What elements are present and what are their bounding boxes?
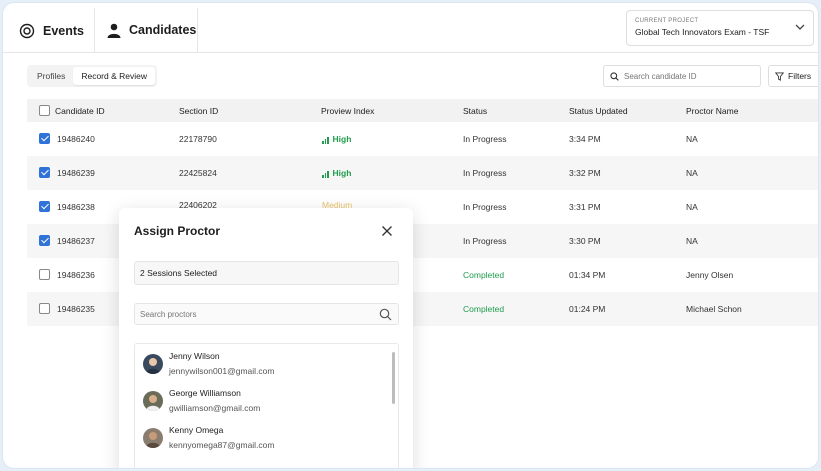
candidate-id: 19486235 [57, 304, 95, 314]
table-row[interactable]: 19486240 22178790 High In Progress 3:34 … [27, 122, 818, 156]
status-updated: 01:24 PM [569, 304, 606, 314]
row-checkbox[interactable] [39, 201, 50, 212]
proctor-option[interactable]: George Williamson gwilliamson@gmail.com [143, 387, 383, 417]
assign-proctor-modal: Assign Proctor 2 Sessions Selected Jenny… [119, 208, 413, 468]
column-header: Proctor Name [686, 106, 739, 116]
table-row[interactable]: 19486239 22425824 High In Progress 3:32 … [27, 156, 818, 190]
filter-icon [775, 71, 784, 81]
proview-index: High [322, 134, 351, 144]
row-checkbox[interactable] [39, 303, 50, 314]
proctor-option[interactable]: Jenny Wilson jennywilson001@gmail.com [143, 350, 383, 380]
project-value: Global Tech Innovators Exam - TSF [635, 27, 770, 37]
proctor-name: Michael Schon [686, 304, 742, 314]
app-window: Events Candidates CURRENT PROJECT Global… [2, 2, 819, 469]
candidate-id: 19486236 [57, 270, 95, 280]
view-toggle: Profiles Record & Review [27, 65, 158, 87]
proctor-name: NA [686, 168, 698, 178]
proctor-search-input[interactable] [140, 309, 375, 319]
candidate-id: 19486237 [57, 236, 95, 246]
candidate-id: 19486240 [57, 134, 95, 144]
sessions-selected: 2 Sessions Selected [134, 261, 399, 285]
section-id: 22425824 [179, 168, 217, 178]
status: Completed [463, 270, 505, 280]
chevron-down-icon [795, 24, 805, 30]
proview-index: High [322, 168, 351, 178]
avatar [143, 428, 163, 448]
proctor-search[interactable] [134, 303, 399, 325]
tab-candidates[interactable]: Candidates [94, 8, 198, 52]
proctor-email: jennywilson001@gmail.com [169, 366, 275, 376]
status: In Progress [463, 202, 507, 212]
table-header: Candidate ID Section ID Proview Index St… [27, 99, 818, 122]
filters-button[interactable]: Filters [768, 65, 818, 87]
status: Completed [463, 304, 505, 314]
proctor-name: Jenny Olsen [686, 270, 734, 280]
row-checkbox[interactable] [39, 235, 50, 246]
avatar [143, 391, 163, 411]
proview-index-label: High [332, 134, 352, 144]
section-id: 22178790 [179, 134, 217, 144]
project-selector[interactable]: CURRENT PROJECT Global Tech Innovators E… [626, 10, 814, 46]
candidate-id: 19486239 [57, 168, 95, 178]
close-icon[interactable] [381, 225, 393, 237]
tab-label: Candidates [129, 23, 197, 37]
row-checkbox[interactable] [39, 269, 50, 280]
proctor-name: NA [686, 134, 698, 144]
signal-icon [322, 168, 330, 178]
project-label: CURRENT PROJECT [635, 18, 699, 24]
status-updated: 3:34 PM [569, 134, 601, 144]
status-updated: 3:30 PM [569, 236, 601, 246]
search-icon [610, 71, 619, 81]
proctor-name: NA [686, 236, 698, 246]
proctor-email: kennyomega87@gmail.com [169, 440, 275, 450]
column-header: Section ID [179, 106, 219, 116]
status-updated: 3:31 PM [569, 202, 601, 212]
tab-events[interactable]: Events [19, 9, 84, 53]
column-header: Proview Index [321, 106, 375, 116]
candidate-search[interactable] [603, 65, 761, 87]
events-icon [19, 23, 35, 39]
candidate-id: 19486238 [57, 202, 95, 212]
proctor-name: Jenny Wilson [169, 351, 220, 361]
row-checkbox[interactable] [39, 133, 50, 144]
status-updated: 01:34 PM [569, 270, 606, 280]
proctor-option[interactable]: Kenny Omega kennyomega87@gmail.com [143, 424, 383, 454]
proctor-email: gwilliamson@gmail.com [169, 403, 261, 413]
proctor-list: Jenny Wilson jennywilson001@gmail.com Ge… [134, 343, 399, 468]
select-all-checkbox[interactable] [39, 105, 50, 116]
column-header: Status Updated [569, 106, 628, 116]
modal-title: Assign Proctor [134, 224, 221, 238]
avatar [143, 354, 163, 374]
list-scrollbar[interactable] [392, 352, 395, 404]
segment-record-review[interactable]: Record & Review [73, 67, 156, 85]
filters-label: Filters [788, 71, 812, 81]
status-updated: 3:32 PM [569, 168, 601, 178]
status: In Progress [463, 168, 507, 178]
top-bar: Events Candidates CURRENT PROJECT Global… [3, 3, 818, 53]
tab-label: Events [43, 24, 84, 38]
search-icon [379, 308, 392, 321]
segment-profiles[interactable]: Profiles [29, 67, 73, 85]
candidate-search-input[interactable] [624, 71, 754, 81]
column-header: Candidate ID [55, 106, 105, 116]
person-icon [107, 23, 121, 38]
signal-icon [322, 134, 330, 144]
proctor-name: George Williamson [169, 388, 241, 398]
proctor-name: NA [686, 202, 698, 212]
column-header: Status [463, 106, 488, 116]
status: In Progress [463, 236, 507, 246]
proview-index-label: High [332, 168, 352, 178]
row-checkbox[interactable] [39, 167, 50, 178]
proctor-name: Kenny Omega [169, 425, 224, 435]
status: In Progress [463, 134, 507, 144]
